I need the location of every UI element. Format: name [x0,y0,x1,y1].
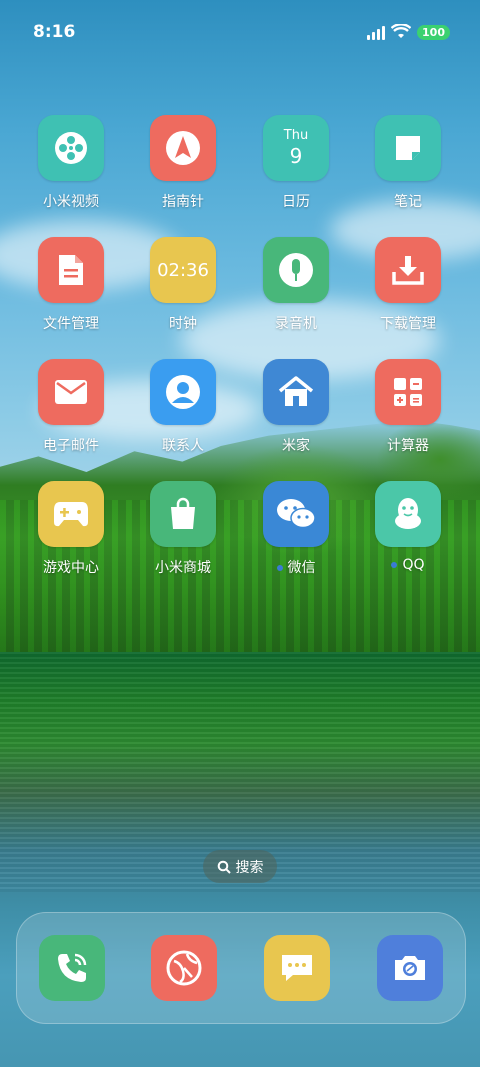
browser-app[interactable] [151,935,217,1001]
gamepad-icon [38,481,104,547]
app-file-manager[interactable]: 文件管理 [16,237,126,333]
shopping-bag-icon [150,481,216,547]
app-label: 下载管理 [380,316,436,332]
calendar-day: Thu [283,128,309,143]
battery-indicator: 100 [417,24,450,40]
contact-icon [150,359,216,425]
app-mi-video[interactable]: 小米视频 [16,115,126,211]
app-recorder[interactable]: 录音机 [241,237,351,333]
app-label: 文件管理 [43,316,99,332]
notification-dot [391,562,398,568]
app-clock[interactable]: 02:36 时钟 [128,237,238,333]
status-time: 8:16 [33,22,76,42]
search-label: 搜索 [235,859,264,876]
wifi-icon [391,24,412,38]
app-wechat[interactable]: 微信 [241,481,351,577]
app-compass[interactable]: 指南针 [128,115,238,211]
phone-icon [58,953,87,982]
camera-icon [395,956,425,980]
app-label: 游戏中心 [43,560,99,576]
app-qq[interactable]: QQ [353,481,463,573]
clock-time: 02:36 [157,259,209,281]
app-calculator[interactable]: 计算器 [353,359,463,455]
file-icon [38,237,104,303]
app-calendar[interactable]: Thu 9 日历 [241,115,351,211]
dock [16,912,466,1024]
app-label: 小米商城 [155,560,211,576]
calendar-date: 9 [289,144,303,168]
app-game-center[interactable]: 游戏中心 [16,481,126,577]
app-label: 日历 [282,194,310,210]
app-label: 录音机 [275,316,317,332]
app-label: 电子邮件 [43,438,99,454]
app-email[interactable]: 电子邮件 [16,359,126,455]
qq-penguin-icon [375,481,441,547]
app-mi-store[interactable]: 小米商城 [128,481,238,577]
app-label: QQ [402,557,425,573]
app-label: 指南针 [162,194,204,210]
app-label: 米家 [282,438,310,454]
status-bar: 8:16 100 [0,0,480,68]
note-icon [375,115,441,181]
compass-icon [150,115,216,181]
home-icon [263,359,329,425]
search-icon [217,860,231,874]
app-label: 计算器 [387,438,429,454]
clock-icon: 02:36 [150,237,216,303]
browser-icon [166,950,202,986]
mail-icon [38,359,104,425]
calendar-icon: Thu 9 [263,115,329,181]
app-label: 微信 [287,560,316,576]
app-mijia[interactable]: 米家 [241,359,351,455]
calculator-icon [375,359,441,425]
messages-app[interactable] [264,935,330,1001]
app-label: 时钟 [169,316,197,332]
app-notes[interactable]: 笔记 [353,115,463,211]
wechat-icon [263,481,329,547]
download-icon [375,237,441,303]
app-label: 笔记 [394,194,422,210]
microphone-icon [263,237,329,303]
search-button[interactable]: 搜索 [203,850,277,883]
notification-dot [276,565,283,571]
message-icon [282,955,312,981]
camera-app[interactable] [377,935,443,1001]
film-reel-icon [38,115,104,181]
app-contacts[interactable]: 联系人 [128,359,238,455]
app-downloads[interactable]: 下载管理 [353,237,463,333]
app-label: 小米视频 [43,194,99,210]
phone-app[interactable] [39,935,105,1001]
app-label: 联系人 [162,438,204,454]
signal-icon [367,24,386,40]
